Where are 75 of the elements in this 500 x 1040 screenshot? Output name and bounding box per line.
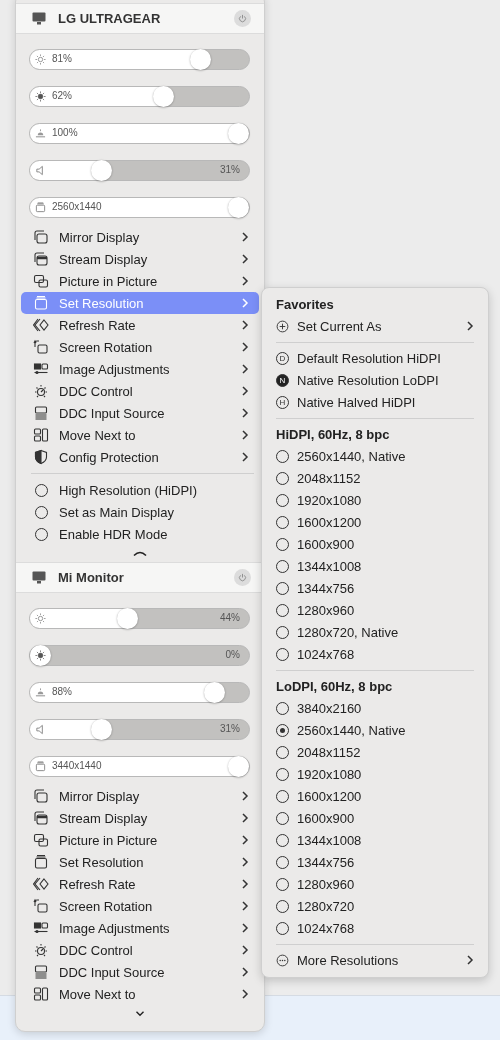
slider-value: 44%	[220, 612, 240, 623]
menu-item[interactable]: N Native Resolution LoDPI	[262, 369, 488, 391]
display-name: LG ULTRAGEAR	[58, 11, 162, 26]
menu-item[interactable]: 2048x1152	[262, 467, 488, 489]
menu-item[interactable]: 1024x768	[262, 917, 488, 939]
menu-item[interactable]: Refresh Rate	[21, 873, 259, 895]
menu-item[interactable]: Image Adjustments	[21, 917, 259, 939]
menu-item[interactable]: Screen Rotation	[21, 895, 259, 917]
slider-track[interactable]: 3440x1440	[29, 756, 250, 777]
menu-item[interactable]: 1600x1200	[262, 785, 488, 807]
slider-value: 2560x1440	[52, 201, 102, 212]
slider-value: 62%	[52, 90, 72, 101]
menu-item[interactable]: Image Adjustments	[21, 358, 259, 380]
menu-item[interactable]: DDC Input Source	[21, 961, 259, 983]
menu-item[interactable]: 1600x1200	[262, 511, 488, 533]
menu-item[interactable]: Set Current As	[262, 315, 488, 337]
menu-item[interactable]: 1280x960	[262, 599, 488, 621]
slider-value: 31%	[220, 164, 240, 175]
menu-item[interactable]: Mirror Display	[21, 785, 259, 807]
slider-value: 88%	[52, 686, 72, 697]
slider-track[interactable]: 100%	[29, 123, 250, 144]
menu-item[interactable]: Config Protection	[21, 446, 259, 468]
slider-track[interactable]: 81%	[29, 49, 250, 70]
menu-item[interactable]: 2560x1440, Native	[262, 445, 488, 467]
menu-item[interactable]: 1344x756	[262, 851, 488, 873]
menu-item[interactable]: Move Next to	[21, 424, 259, 446]
menu-item[interactable]: DDC Input Source	[21, 402, 259, 424]
slider-value: 100%	[52, 127, 78, 138]
menu-item[interactable]: 1600x900	[262, 807, 488, 829]
slider-value: 0%	[225, 649, 240, 660]
slider-track[interactable]: 31%	[29, 719, 250, 740]
slider-value: 81%	[52, 53, 72, 64]
menu-item[interactable]: 1344x1008	[262, 829, 488, 851]
menu-item[interactable]: Set Resolution	[21, 851, 259, 873]
menu-item[interactable]: Refresh Rate	[21, 314, 259, 336]
slider-track[interactable]: 0%	[29, 645, 250, 666]
menu-item[interactable]: Picture in Picture	[21, 829, 259, 851]
radio-option[interactable]: Enable HDR Mode	[21, 523, 259, 545]
menu-item[interactable]: Stream Display	[21, 807, 259, 829]
slider-value: 3440x1440	[52, 760, 102, 771]
menu-item[interactable]: H Native Halved HiDPI	[262, 391, 488, 413]
letter-badge: N	[276, 373, 289, 387]
radio-option[interactable]: High Resolution (HiDPI)	[21, 479, 259, 501]
menu-item[interactable]: 2048x1152	[262, 741, 488, 763]
menu-item[interactable]: 1280x720	[262, 895, 488, 917]
menu-item[interactable]: DDC Control	[21, 380, 259, 402]
menu-item[interactable]: Move Next to	[21, 983, 259, 1005]
menu-item[interactable]: 1600x900	[262, 533, 488, 555]
menu-item[interactable]: 1280x960	[262, 873, 488, 895]
menu-item[interactable]: Mirror Display	[21, 226, 259, 248]
menu-item[interactable]: 1280x720, Native	[262, 621, 488, 643]
menu-item[interactable]: Picture in Picture	[21, 270, 259, 292]
slider-track[interactable]: 2560x1440	[29, 197, 250, 218]
display-name: Mi Monitor	[58, 570, 125, 585]
menu-item[interactable]: Screen Rotation	[21, 336, 259, 358]
menu-item[interactable]: 2560x1440, Native	[262, 719, 488, 741]
menu-item[interactable]: DDC Control	[21, 939, 259, 961]
menu-item[interactable]: 1920x1080	[262, 763, 488, 785]
menu-item[interactable]: 3840x2160	[262, 697, 488, 719]
section-header: HiDPI, 60Hz, 8 bpc	[276, 426, 390, 442]
menu-item[interactable]: More Resolutions	[262, 949, 488, 971]
menu-item[interactable]: 1344x1008	[262, 555, 488, 577]
slider-track[interactable]: 44%	[29, 608, 250, 629]
menu-item[interactable]: Stream Display	[21, 248, 259, 270]
section-header: LoDPI, 60Hz, 8 bpc	[276, 678, 393, 694]
radio-option[interactable]: Set as Main Display	[21, 501, 259, 523]
menu-item[interactable]: D Default Resolution HiDPI	[262, 347, 488, 369]
section-header: Favorites	[276, 296, 334, 312]
menu-item[interactable]: 1024x768	[262, 643, 488, 665]
menu-item[interactable]: 1920x1080	[262, 489, 488, 511]
slider-track[interactable]: 62%	[29, 86, 250, 107]
menu-item[interactable]: 1344x756	[262, 577, 488, 599]
slider-track[interactable]: 88%	[29, 682, 250, 703]
slider-value: 31%	[220, 723, 240, 734]
slider-track[interactable]: 31%	[29, 160, 250, 181]
